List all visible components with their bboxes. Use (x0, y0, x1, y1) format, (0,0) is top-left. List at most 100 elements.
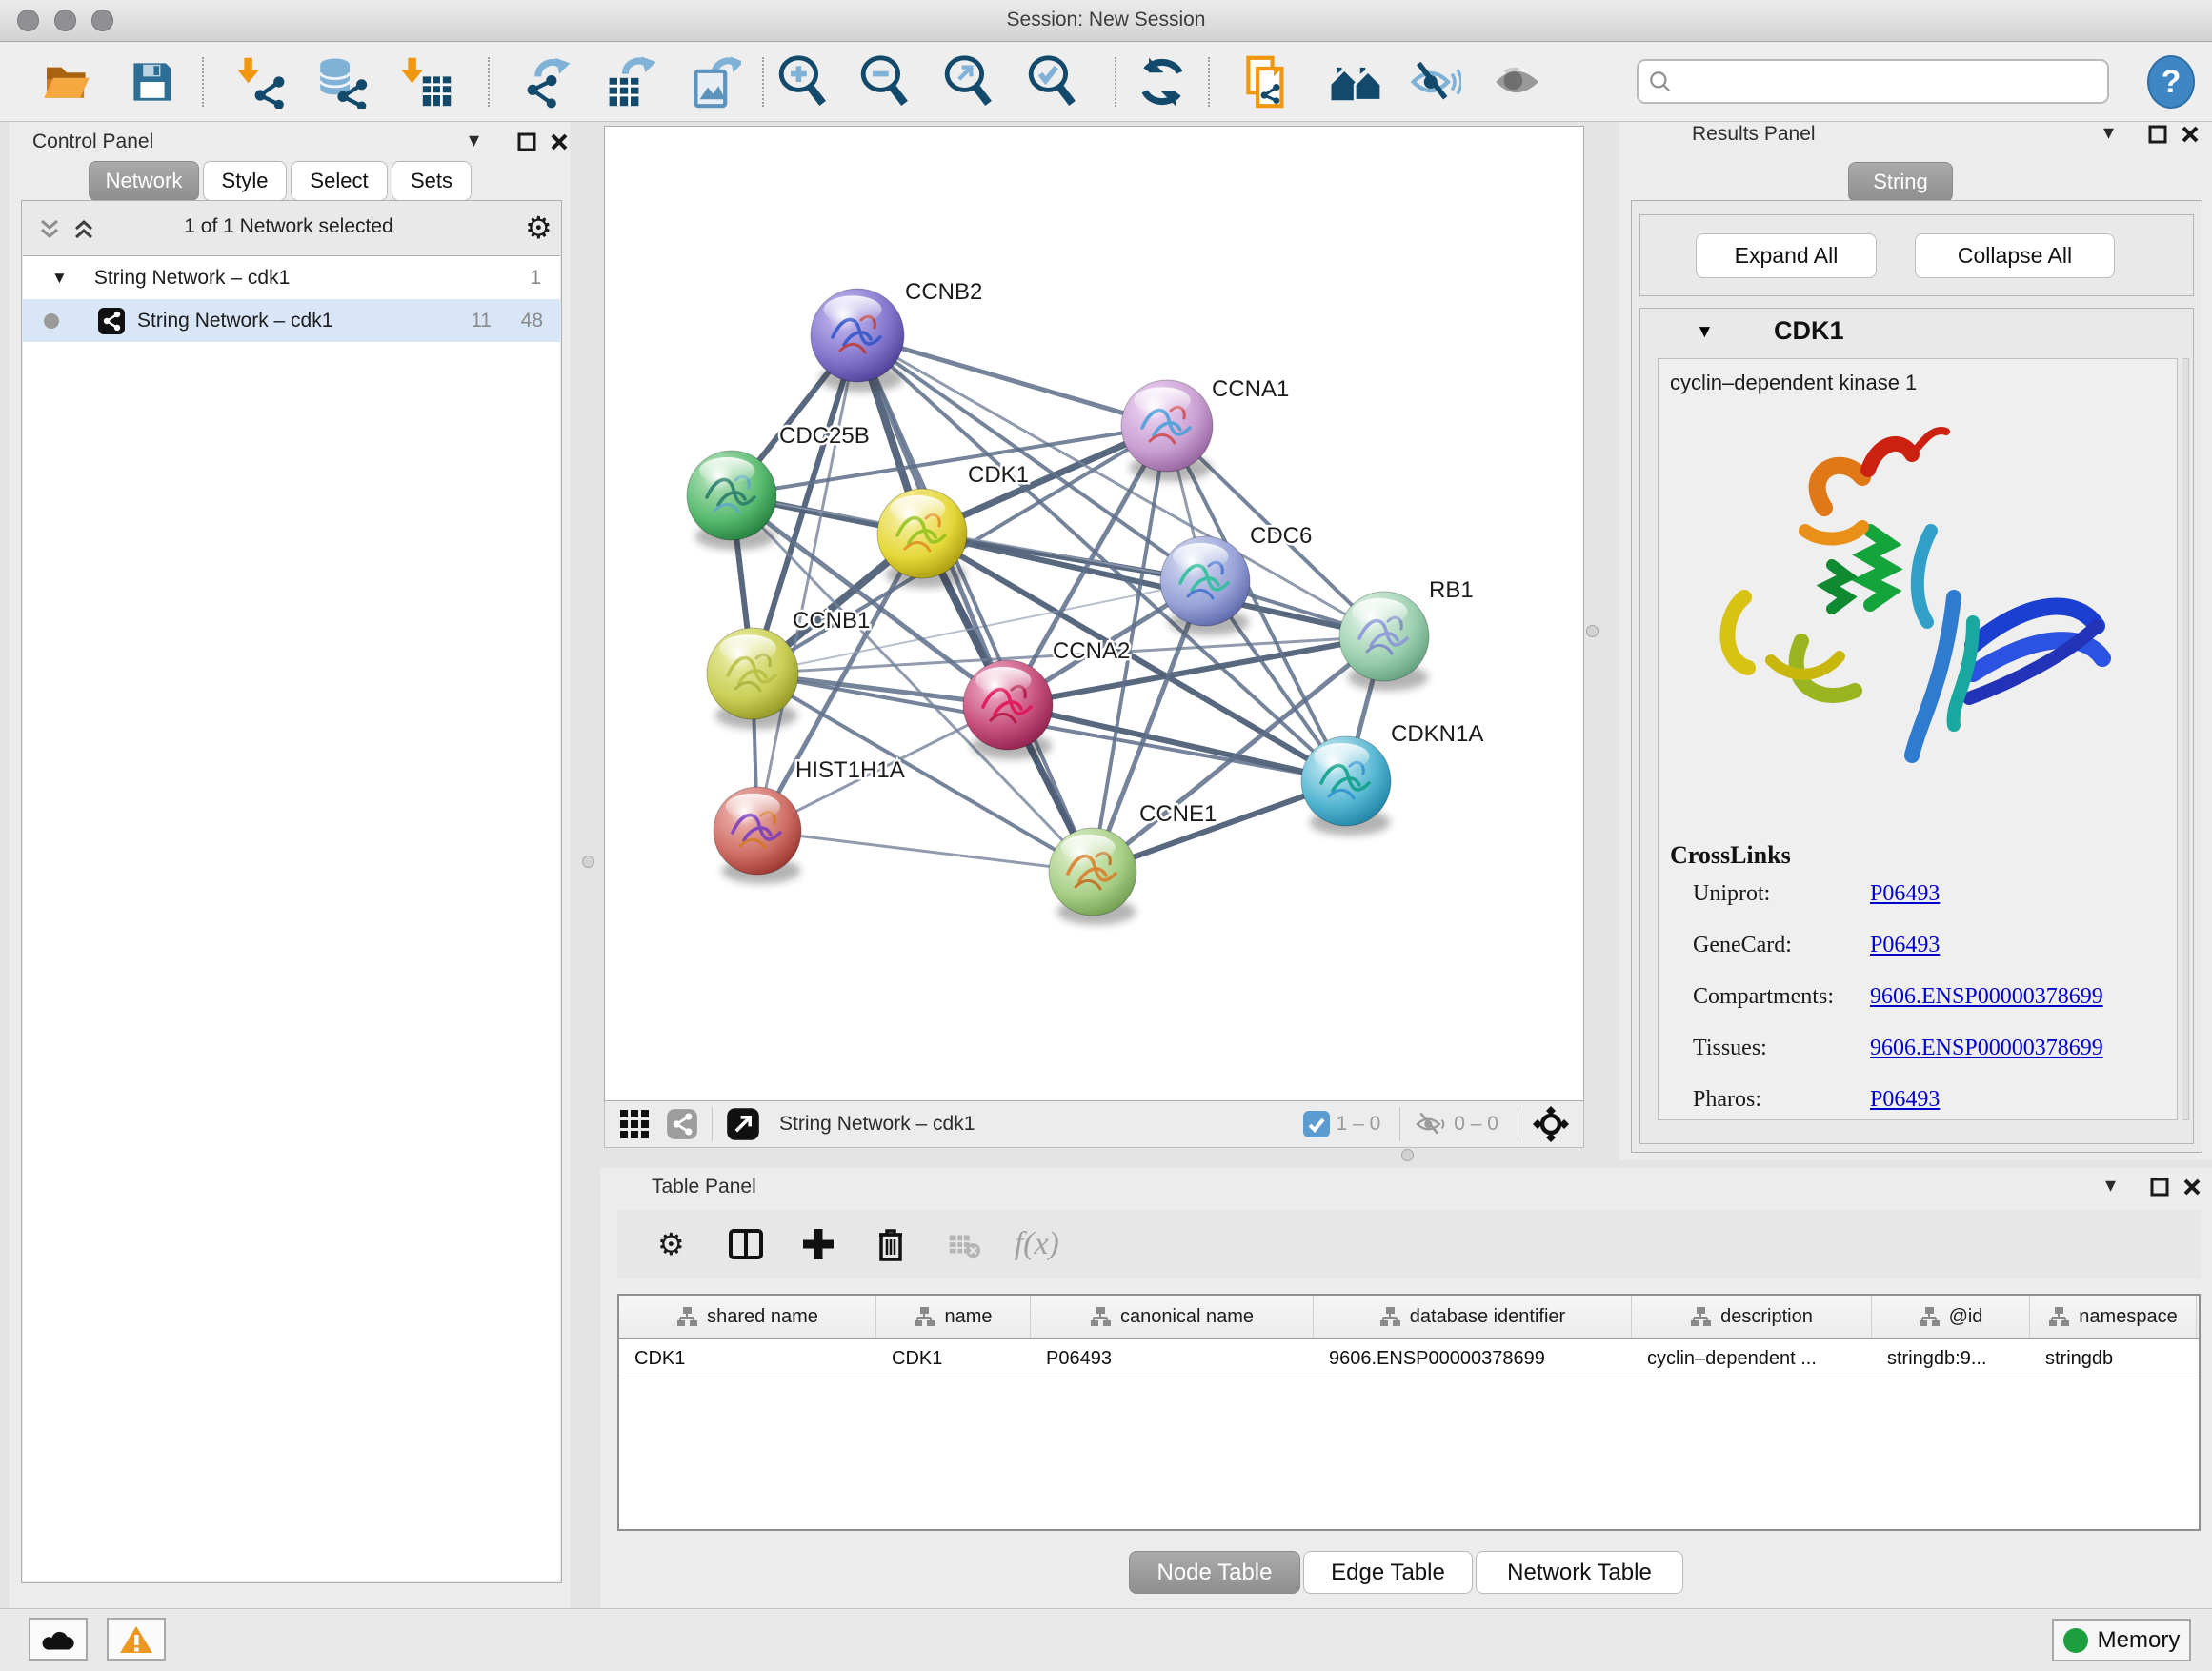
network-overview-button[interactable] (1326, 55, 1391, 109)
node-RB1[interactable] (1339, 592, 1429, 691)
export-table-button[interactable] (604, 55, 657, 109)
edge-CCNB2-CCNA1[interactable] (857, 335, 1167, 426)
cell[interactable]: CDK1 (876, 1339, 1031, 1379)
zoom-selected-button[interactable] (1027, 55, 1080, 109)
node-CCNB2[interactable] (811, 289, 904, 393)
control-panel-float-icon[interactable]: ▾ (469, 130, 479, 151)
edge-CDK1-RB1[interactable] (922, 534, 1384, 636)
control-panel-maximize-icon[interactable] (517, 132, 536, 151)
collapse-triangle-icon[interactable]: ▼ (51, 269, 68, 288)
column-header-shared-name[interactable]: shared name (619, 1296, 876, 1338)
table-panel-maximize-icon[interactable] (2150, 1178, 2169, 1197)
collapse-all-networks-icon[interactable] (71, 218, 98, 241)
crosslink-link[interactable]: P06493 (1870, 881, 1940, 907)
crosslink-link[interactable]: 9606.ENSP00000378699 (1870, 984, 2103, 1010)
cell[interactable]: P06493 (1031, 1339, 1314, 1379)
open-session-button[interactable] (40, 55, 93, 109)
node-CCNB1[interactable] (707, 628, 798, 729)
zoom-in-button[interactable] (777, 55, 831, 109)
right-splitter-handle[interactable] (1586, 625, 1599, 637)
table-options-gear-icon[interactable]: ⚙ (657, 1229, 685, 1259)
tab-network[interactable]: Network (89, 161, 199, 201)
tab-network-table[interactable]: Network Table (1476, 1551, 1683, 1594)
table-panel-float-icon[interactable]: ▾ (2105, 1175, 2116, 1196)
cell[interactable]: stringdb (2030, 1339, 2197, 1379)
crosslink-link[interactable]: P06493 (1870, 1087, 1940, 1113)
expand-all-button[interactable]: Expand All (1696, 233, 1877, 278)
tab-node-table[interactable]: Node Table (1129, 1551, 1300, 1594)
string-share-icon[interactable] (666, 1108, 698, 1140)
cell[interactable]: cyclin–dependent ... (1632, 1339, 1872, 1379)
edge-CCNB2-CCNE1[interactable] (857, 335, 1093, 872)
network-collection-row[interactable]: ▼ String Network – cdk1 1 (23, 256, 560, 299)
crosslink-link[interactable]: 9606.ENSP00000378699 (1870, 1036, 2103, 1061)
birds-eye-toggle-icon[interactable] (1532, 1105, 1570, 1143)
column-header-canonical-name[interactable]: canonical name (1031, 1296, 1314, 1338)
delete-column-icon[interactable] (872, 1225, 910, 1263)
edge-CCNB2-HIST1H1A[interactable] (757, 335, 857, 831)
column-header-namespace[interactable]: namespace (2030, 1296, 2197, 1338)
edge-CCNA2-CDKN1A[interactable] (1008, 705, 1346, 781)
edge-CCNE1-HIST1H1A[interactable] (757, 831, 1093, 872)
export-network-button[interactable] (522, 55, 575, 109)
cell[interactable]: 9606.ENSP00000378699 (1314, 1339, 1632, 1379)
selected-checkbox-icon[interactable] (1302, 1110, 1331, 1138)
results-panel-maximize-icon[interactable] (2148, 125, 2167, 144)
hide-selected-button[interactable] (1408, 55, 1461, 109)
memory-button[interactable]: Memory (2052, 1619, 2191, 1661)
tab-string[interactable]: String (1848, 162, 1953, 202)
results-scrollbar[interactable] (2182, 358, 2189, 1120)
results-panel-float-icon[interactable]: ▾ (2103, 122, 2114, 143)
zoom-out-button[interactable] (859, 55, 913, 109)
string-documents-button[interactable] (1240, 55, 1294, 109)
collapse-all-button[interactable]: Collapse All (1915, 233, 2115, 278)
column-header--id[interactable]: @id (1872, 1296, 2030, 1338)
import-network-file-button[interactable] (236, 55, 290, 109)
network-canvas[interactable]: CCNB2CCNA1CDC25BCDK1CDC6RB1CCNB1CCNA2CDK… (604, 126, 1584, 1101)
add-column-icon[interactable] (799, 1225, 837, 1263)
table-row[interactable]: CDK1CDK1P064939606.ENSP00000378699cyclin… (619, 1339, 2199, 1379)
zoom-fit-button[interactable] (943, 55, 996, 109)
node-CCNA2[interactable] (963, 660, 1053, 759)
open-in-window-icon[interactable] (726, 1107, 760, 1141)
node-HIST1H1A[interactable] (714, 787, 801, 884)
help-button[interactable]: ? (2147, 55, 2195, 109)
tab-select[interactable]: Select (291, 161, 388, 201)
import-table-file-button[interactable] (400, 55, 453, 109)
cell[interactable]: stringdb:9... (1872, 1339, 2030, 1379)
save-session-button[interactable] (126, 55, 179, 109)
grid-view-icon[interactable] (618, 1108, 651, 1140)
node-CCNA1[interactable] (1121, 380, 1213, 481)
expand-all-networks-icon[interactable] (37, 218, 64, 241)
node-CDC25B[interactable] (687, 451, 776, 550)
results-panel-close-icon[interactable] (2181, 125, 2200, 144)
show-columns-icon[interactable] (727, 1225, 765, 1263)
network-row-selected[interactable]: String Network – cdk1 11 48 (23, 299, 560, 342)
export-image-button[interactable] (688, 55, 741, 109)
node-CCNE1[interactable] (1049, 828, 1136, 925)
refresh-button[interactable] (1136, 55, 1189, 109)
tab-style[interactable]: Style (203, 161, 287, 201)
table-panel-close-icon[interactable] (2182, 1178, 2202, 1197)
show-all-button[interactable] (1492, 55, 1545, 109)
import-network-database-button[interactable] (316, 55, 370, 109)
edge-CCNB2-RB1[interactable] (857, 335, 1384, 636)
search-input[interactable] (1679, 70, 2107, 92)
left-splitter-handle[interactable] (582, 856, 594, 868)
protein-collapse-triangle[interactable]: ▼ (1696, 322, 1714, 343)
column-header-description[interactable]: description (1632, 1296, 1872, 1338)
bottom-splitter-handle[interactable] (1401, 1149, 1414, 1161)
tab-edge-table[interactable]: Edge Table (1303, 1551, 1473, 1594)
network-graph[interactable]: CCNB2CCNA1CDC25BCDK1CDC6RB1CCNB1CCNA2CDK… (605, 127, 1583, 1100)
node-CDC6[interactable] (1160, 536, 1250, 635)
tab-sets[interactable]: Sets (392, 161, 472, 201)
node-CDKN1A[interactable] (1301, 736, 1391, 836)
crosslink-link[interactable]: P06493 (1870, 933, 1940, 958)
node-CDK1[interactable] (877, 489, 967, 588)
column-header-database-identifier[interactable]: database identifier (1314, 1296, 1632, 1338)
network-options-gear-icon[interactable]: ⚙ (525, 212, 553, 243)
warning-status-button[interactable] (107, 1618, 166, 1661)
control-panel-close-icon[interactable] (550, 132, 569, 151)
cell[interactable]: CDK1 (619, 1339, 876, 1379)
cloud-status-button[interactable] (29, 1618, 88, 1661)
